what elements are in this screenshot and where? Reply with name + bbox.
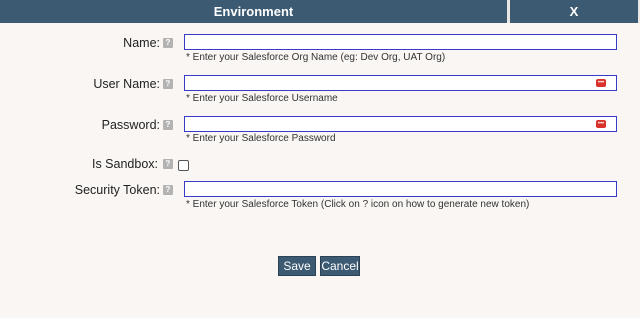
close-button[interactable]: X [510, 0, 638, 23]
help-icon[interactable]: ? [163, 159, 173, 169]
token-hint: * Enter your Salesforce Token (Click on … [186, 199, 530, 210]
name-hint: * Enter your Salesforce Org Name (eg: De… [186, 52, 446, 63]
modal-header: Environment X [0, 0, 640, 23]
token-label: Security Token: [74, 183, 160, 197]
username-label: User Name: [93, 77, 160, 91]
modal-title: Environment [0, 0, 507, 23]
sandbox-label: Is Sandbox: [91, 157, 158, 171]
key-icon[interactable]: ••• [596, 79, 606, 87]
name-field[interactable] [184, 34, 617, 50]
password-field[interactable] [184, 116, 617, 132]
help-icon[interactable]: ? [163, 38, 173, 48]
key-icon[interactable]: ••• [596, 120, 606, 128]
password-hint: * Enter your Salesforce Password [186, 133, 336, 144]
username-field[interactable] [184, 75, 617, 91]
username-hint: * Enter your Salesforce Username [186, 93, 338, 104]
help-icon[interactable]: ? [163, 79, 173, 89]
token-field[interactable] [184, 181, 617, 197]
save-button[interactable]: Save [278, 256, 316, 276]
help-icon[interactable]: ? [163, 120, 173, 130]
name-label: Name: [123, 36, 160, 50]
password-label: Password: [101, 118, 160, 132]
cancel-button[interactable]: Cancel [320, 256, 360, 276]
sandbox-checkbox[interactable] [178, 160, 189, 171]
help-icon[interactable]: ? [163, 185, 173, 195]
